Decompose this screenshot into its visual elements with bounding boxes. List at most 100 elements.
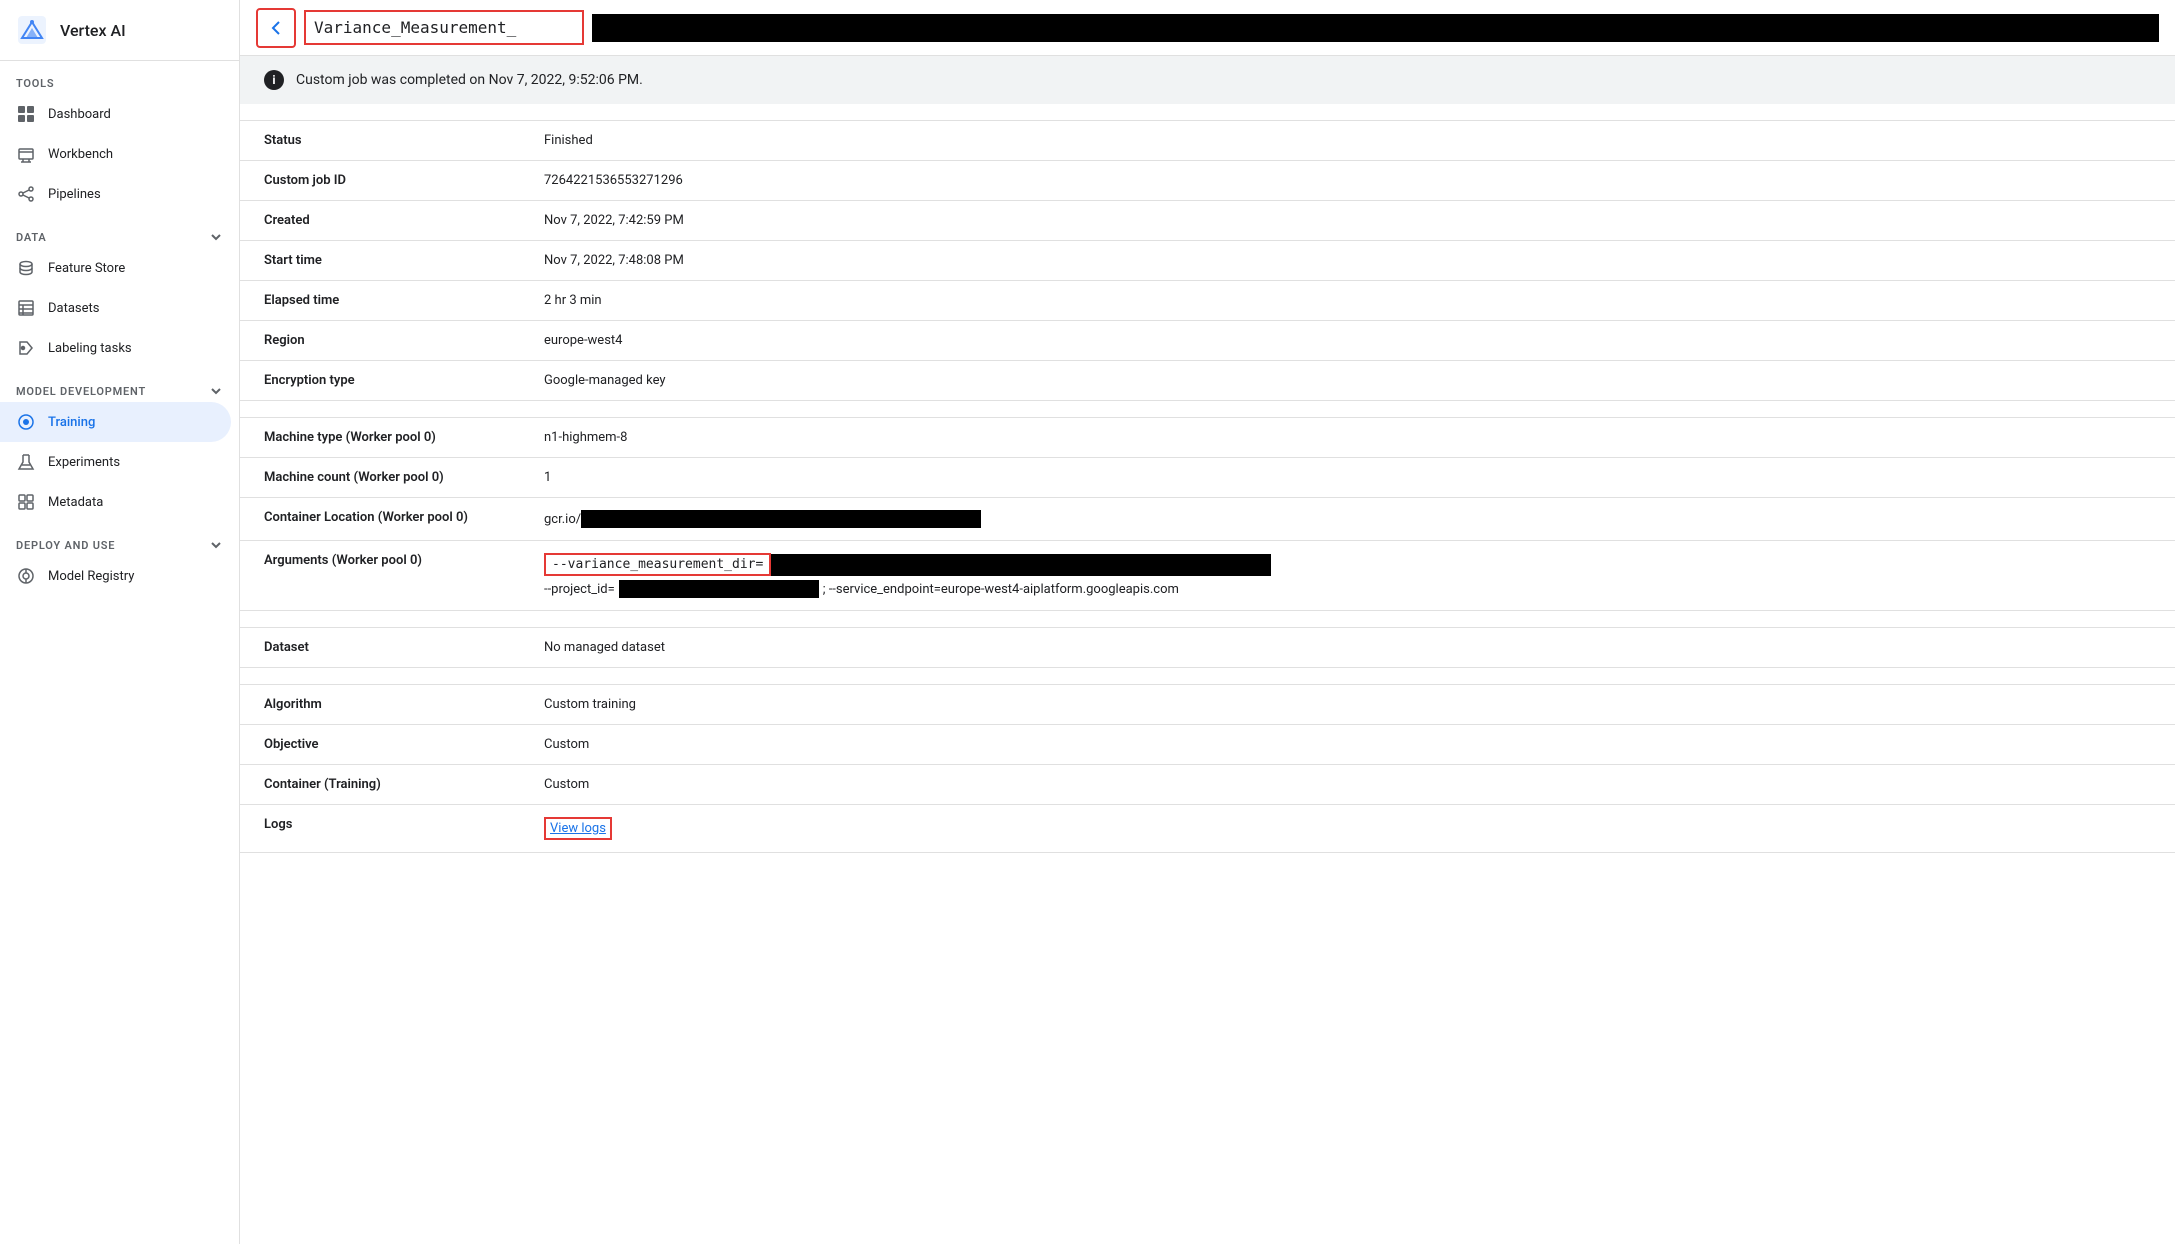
logs-row: Logs View logs bbox=[240, 805, 2175, 853]
model-dev-chevron[interactable] bbox=[209, 384, 223, 398]
created-row: Created Nov 7, 2022, 7:42:59 PM bbox=[240, 201, 2175, 241]
custom-job-id-row: Custom job ID 7264221536553271296 bbox=[240, 161, 2175, 201]
model-dev-section-header: MODEL DEVELOPMENT bbox=[0, 368, 239, 402]
datasets-label: Datasets bbox=[48, 301, 100, 316]
sidebar-item-metadata[interactable]: Metadata bbox=[0, 482, 231, 522]
deploy-chevron[interactable] bbox=[209, 538, 223, 552]
model-dev-section-label: MODEL DEVELOPMENT bbox=[16, 385, 146, 398]
elapsed-time-value: 2 hr 3 min bbox=[544, 293, 2151, 308]
status-value: Finished bbox=[544, 133, 2151, 148]
custom-job-id-value: 7264221536553271296 bbox=[544, 173, 2151, 188]
metadata-label: Metadata bbox=[48, 495, 103, 510]
dataset-label: Dataset bbox=[264, 640, 544, 655]
container-location-value: gcr.io/ bbox=[544, 510, 2151, 528]
vertex-ai-logo-icon bbox=[16, 14, 48, 46]
deploy-section-label: DEPLOY AND USE bbox=[16, 539, 115, 552]
sidebar-item-model-registry[interactable]: Model Registry bbox=[0, 556, 231, 596]
content-area: i Custom job was completed on Nov 7, 202… bbox=[240, 56, 2175, 1244]
objective-row: Objective Custom bbox=[240, 725, 2175, 765]
metadata-icon bbox=[16, 492, 36, 512]
created-value: Nov 7, 2022, 7:42:59 PM bbox=[544, 213, 2151, 228]
back-button[interactable] bbox=[256, 8, 296, 48]
machine-type-value: n1-highmem-8 bbox=[544, 430, 2151, 445]
sidebar-item-pipelines[interactable]: Pipelines bbox=[0, 174, 231, 214]
created-label: Created bbox=[264, 213, 544, 228]
arguments-container: --variance_measurement_dir= --project_id… bbox=[544, 553, 2151, 598]
elapsed-time-row: Elapsed time 2 hr 3 min bbox=[240, 281, 2175, 321]
container-location-prefix: gcr.io/ bbox=[544, 512, 581, 527]
container-training-label: Container (Training) bbox=[264, 777, 544, 792]
machine-type-label: Machine type (Worker pool 0) bbox=[264, 430, 544, 445]
model-registry-icon bbox=[16, 566, 36, 586]
view-logs-link[interactable]: View logs bbox=[544, 817, 612, 840]
row-spacer-2 bbox=[240, 611, 2175, 627]
arguments-line1: --variance_measurement_dir= bbox=[544, 553, 2151, 576]
algorithm-label: Algorithm bbox=[264, 697, 544, 712]
experiments-icon bbox=[16, 452, 36, 472]
info-icon: i bbox=[264, 70, 284, 90]
feature-store-label: Feature Store bbox=[48, 261, 125, 276]
sidebar-item-experiments[interactable]: Experiments bbox=[0, 442, 231, 482]
sidebar: Vertex AI TOOLS Dashboard Workbench bbox=[0, 0, 240, 1244]
elapsed-time-label: Elapsed time bbox=[264, 293, 544, 308]
container-location-redacted bbox=[581, 510, 981, 528]
info-banner: i Custom job was completed on Nov 7, 202… bbox=[240, 56, 2175, 104]
region-value: europe-west4 bbox=[544, 333, 2151, 348]
pipelines-icon bbox=[16, 184, 36, 204]
labeling-tasks-icon bbox=[16, 338, 36, 358]
page-title-redacted bbox=[592, 14, 2159, 42]
data-section-label: DATA bbox=[16, 231, 47, 244]
sidebar-item-workbench[interactable]: Workbench bbox=[0, 134, 231, 174]
arguments-redact2 bbox=[619, 580, 819, 598]
arguments-part2-suffix: ; --service_endpoint=europe-west4-aiplat… bbox=[823, 582, 1179, 597]
sidebar-item-dashboard[interactable]: Dashboard bbox=[0, 94, 231, 134]
dataset-value: No managed dataset bbox=[544, 640, 2151, 655]
start-time-value: Nov 7, 2022, 7:48:08 PM bbox=[544, 253, 2151, 268]
start-time-label: Start time bbox=[264, 253, 544, 268]
container-training-row: Container (Training) Custom bbox=[240, 765, 2175, 805]
machine-count-value: 1 bbox=[544, 470, 2151, 485]
page-header bbox=[240, 0, 2175, 56]
dashboard-icon bbox=[16, 104, 36, 124]
region-row: Region europe-west4 bbox=[240, 321, 2175, 361]
dataset-row: Dataset No managed dataset bbox=[240, 627, 2175, 668]
pipelines-label: Pipelines bbox=[48, 187, 101, 202]
dashboard-label: Dashboard bbox=[48, 107, 111, 122]
arguments-label: Arguments (Worker pool 0) bbox=[264, 553, 544, 568]
training-label: Training bbox=[48, 415, 95, 430]
feature-store-icon bbox=[16, 258, 36, 278]
sidebar-item-feature-store[interactable]: Feature Store bbox=[0, 248, 231, 288]
page-title-input[interactable] bbox=[304, 10, 584, 45]
arguments-part2: --project_id= bbox=[544, 582, 615, 597]
arguments-part1: --variance_measurement_dir= bbox=[544, 553, 771, 576]
sidebar-item-labeling-tasks[interactable]: Labeling tasks bbox=[0, 328, 231, 368]
algorithm-value: Custom training bbox=[544, 697, 2151, 712]
experiments-label: Experiments bbox=[48, 455, 120, 470]
arguments-value: --variance_measurement_dir= --project_id… bbox=[544, 553, 2151, 598]
region-label: Region bbox=[264, 333, 544, 348]
deploy-section-header: DEPLOY AND USE bbox=[0, 522, 239, 556]
data-section-header: DATA bbox=[0, 214, 239, 248]
arguments-redact1 bbox=[771, 554, 1271, 576]
data-section-chevron[interactable] bbox=[209, 230, 223, 244]
objective-label: Objective bbox=[264, 737, 544, 752]
sidebar-item-training[interactable]: Training bbox=[0, 402, 231, 442]
encryption-label: Encryption type bbox=[264, 373, 544, 388]
machine-count-row: Machine count (Worker pool 0) 1 bbox=[240, 458, 2175, 498]
app-name: Vertex AI bbox=[60, 21, 126, 40]
row-spacer-3 bbox=[240, 668, 2175, 684]
machine-count-label: Machine count (Worker pool 0) bbox=[264, 470, 544, 485]
app-logo: Vertex AI bbox=[0, 0, 239, 61]
container-training-value: Custom bbox=[544, 777, 2151, 792]
datasets-icon bbox=[16, 298, 36, 318]
machine-type-row: Machine type (Worker pool 0) n1-highmem-… bbox=[240, 417, 2175, 458]
start-time-row: Start time Nov 7, 2022, 7:48:08 PM bbox=[240, 241, 2175, 281]
encryption-row: Encryption type Google-managed key bbox=[240, 361, 2175, 401]
status-row: Status Finished bbox=[240, 120, 2175, 161]
labeling-tasks-label: Labeling tasks bbox=[48, 341, 132, 356]
tools-section-label: TOOLS bbox=[0, 61, 239, 94]
status-label: Status bbox=[264, 133, 544, 148]
logs-value: View logs bbox=[544, 817, 2151, 840]
sidebar-item-datasets[interactable]: Datasets bbox=[0, 288, 231, 328]
encryption-value: Google-managed key bbox=[544, 373, 2151, 388]
